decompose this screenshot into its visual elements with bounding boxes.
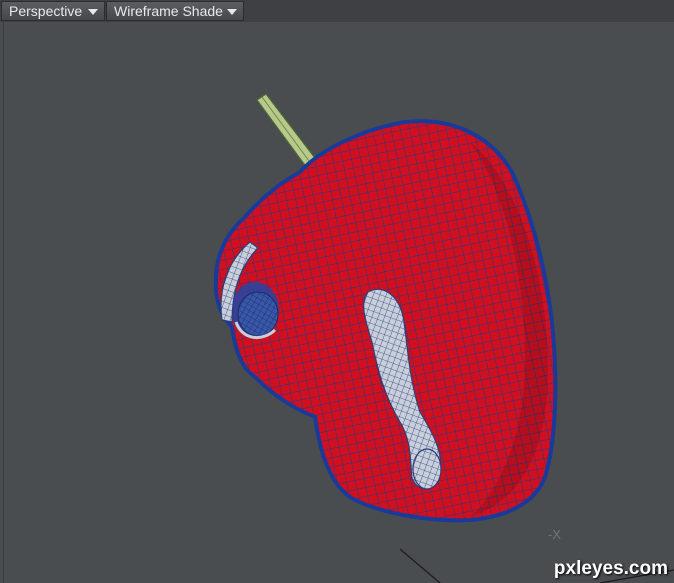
axis-label: -X [548,527,561,542]
chevron-down-icon [88,9,98,15]
chevron-down-icon [227,9,237,15]
grid-line [399,548,441,583]
eye-mesh [231,282,279,339]
3d-viewport[interactable]: -X [0,22,674,583]
watermark-logo: pxleyes.com [553,558,668,579]
scene-canvas [213,93,674,583]
view-mode-label: Perspective [9,3,83,19]
shading-mode-label: Wireframe Shade [114,3,223,19]
stem-mesh [256,93,319,169]
viewport-toolbar: Perspective Wireframe Shade [0,0,674,23]
shading-mode-dropdown[interactable]: Wireframe Shade [106,1,244,21]
view-mode-dropdown[interactable]: Perspective [1,1,105,21]
worm-tail-mesh [412,448,442,490]
